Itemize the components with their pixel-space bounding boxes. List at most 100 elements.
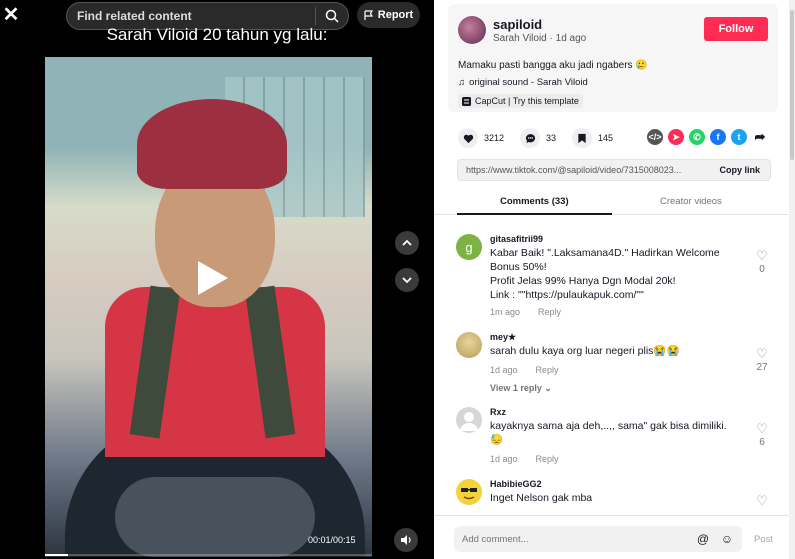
video-player[interactable]: [45, 57, 372, 557]
mention-icon[interactable]: @: [694, 530, 712, 548]
previous-video-button[interactable]: [395, 231, 419, 255]
heart-icon[interactable]: [458, 128, 478, 148]
comment-meta: 1d ago Reply: [490, 454, 559, 464]
comment-text: Inget Nelson gak mba: [490, 492, 593, 504]
active-tab-indicator: [457, 213, 612, 215]
music-note-icon: ♫: [458, 77, 466, 88]
comment-like[interactable]: ♡: [752, 493, 772, 509]
share-link-text[interactable]: https://www.tiktok.com/@sapiloid/video/7…: [458, 165, 709, 175]
search-icon[interactable]: [325, 9, 339, 23]
capcut-label[interactable]: CapCut | Try this template: [475, 96, 579, 106]
next-video-button[interactable]: [395, 268, 419, 292]
reply-button[interactable]: Reply: [536, 454, 559, 464]
comment-meta: 1d ago Reply: [490, 365, 559, 375]
comment-meta: 1m ago Reply: [490, 307, 561, 317]
comment-author[interactable]: HabibieGG2: [490, 479, 542, 489]
twitter-icon[interactable]: t: [731, 129, 747, 145]
comment-time: 1d ago: [490, 365, 518, 375]
comment-like[interactable]: ♡ 6: [752, 421, 772, 448]
chevron-down-icon[interactable]: [401, 274, 413, 286]
comment-like[interactable]: ♡ 27: [752, 346, 772, 373]
comment-text: kayaknya sama aja deh,..,, sama" gak bis…: [490, 420, 727, 446]
bookmark-icon[interactable]: [572, 128, 593, 148]
like-action[interactable]: 3212: [458, 128, 504, 148]
comment-like-count: 0: [759, 264, 765, 275]
sound-label[interactable]: original sound - Sarah Viloid: [469, 77, 588, 88]
comment-composer: @ ☺ Post: [434, 515, 789, 559]
comment-item: Rxz kayaknya sama aja deh,..,, sama" gak…: [456, 405, 776, 470]
avatar[interactable]: g: [456, 234, 482, 260]
tab-bar: Comments (33) Creator videos: [434, 190, 789, 215]
play-icon[interactable]: [192, 258, 232, 298]
view-replies-button[interactable]: View 1 reply ⌄: [490, 383, 552, 394]
comment-input-wrapper: @ ☺: [454, 526, 742, 552]
comment-input[interactable]: [454, 533, 694, 545]
author-subline: Sarah Viloid · 1d ago: [493, 33, 587, 44]
comment-text: Kabar Baik! ".Laksamana4D." Hadirkan Wel…: [490, 247, 720, 301]
follow-button[interactable]: Follow: [704, 17, 768, 41]
close-icon[interactable]: ✕: [3, 4, 20, 26]
play-button[interactable]: [192, 258, 232, 298]
save-action[interactable]: 145: [572, 128, 613, 148]
video-time: 00:01/00:15: [308, 535, 356, 545]
capcut-link[interactable]: CapCut | Try this template: [458, 94, 583, 108]
heart-outline-icon[interactable]: ♡: [752, 421, 772, 437]
emoji-icon[interactable]: ☺: [718, 530, 736, 548]
reply-button[interactable]: Reply: [538, 307, 561, 317]
save-count: 145: [598, 133, 614, 143]
volume-icon[interactable]: [399, 533, 413, 547]
heart-outline-icon[interactable]: ♡: [752, 346, 772, 362]
engagement-bar: 3212 33 145: [458, 128, 629, 148]
copy-link-button[interactable]: Copy link: [709, 165, 770, 175]
heart-outline-icon[interactable]: ♡: [752, 493, 772, 509]
comment-item: g gitasafitrii99 Kabar Baik! ".Laksamana…: [456, 232, 776, 322]
comment-like[interactable]: ♡ 0: [752, 248, 772, 275]
sunglasses-emoji-icon: [461, 488, 477, 500]
embed-icon[interactable]: </>: [647, 129, 663, 145]
scrollbar[interactable]: [789, 0, 795, 559]
comment-like-count: 27: [756, 362, 768, 373]
share-buttons: </> ➤ ✆ f t ➦: [647, 129, 768, 145]
default-user-icon: [460, 412, 478, 431]
comment-text: sarah dulu kaya org luar negeri plis😭😭: [490, 345, 680, 357]
whatsapp-icon[interactable]: ✆: [689, 129, 705, 145]
search-input[interactable]: [67, 9, 315, 23]
avatar[interactable]: [456, 479, 482, 505]
author-card: sapiloid Sarah Viloid · 1d ago Follow Ma…: [448, 4, 778, 112]
report-label: Report: [377, 9, 414, 21]
comment-time: 1m ago: [490, 307, 521, 317]
comment-list: g gitasafitrii99 Kabar Baik! ".Laksamana…: [434, 220, 789, 514]
video-pane: ✕ Report Sarah Viloid 20 tahun yg lalu: …: [0, 0, 434, 559]
video-progress-fill: [45, 554, 68, 556]
comment-author[interactable]: gitasafitrii99: [490, 234, 543, 244]
comment-icon[interactable]: [520, 128, 541, 148]
app-root: ✕ Report Sarah Viloid 20 tahun yg lalu: …: [0, 0, 795, 559]
comment-count: 33: [546, 133, 557, 143]
comment-action[interactable]: 33: [520, 128, 556, 148]
comment-item: mey★ sarah dulu kaya org luar negeri pli…: [456, 330, 776, 400]
author-username[interactable]: sapiloid: [493, 17, 542, 32]
reply-button[interactable]: Reply: [536, 365, 559, 375]
video-description: Mamaku pasti bangga aku jadi ngabers 🥲: [458, 60, 648, 71]
share-arrow-icon[interactable]: ➦: [752, 129, 768, 145]
avatar[interactable]: [456, 332, 482, 358]
facebook-icon[interactable]: f: [710, 129, 726, 145]
sound-link[interactable]: ♫ original sound - Sarah Viloid: [458, 77, 588, 88]
video-caption: Sarah Viloid 20 tahun yg lalu:: [106, 25, 328, 44]
post-button[interactable]: Post: [754, 534, 773, 545]
send-icon[interactable]: ➤: [668, 129, 684, 145]
tab-comments[interactable]: Comments (33): [500, 196, 569, 207]
heart-outline-icon[interactable]: ♡: [752, 248, 772, 264]
comment-author[interactable]: mey★: [490, 332, 516, 343]
author-avatar[interactable]: [458, 16, 486, 44]
comment-item: HabibieGG2 Inget Nelson gak mba ♡: [456, 477, 776, 514]
volume-button[interactable]: [394, 528, 418, 552]
avatar[interactable]: [456, 407, 482, 433]
close-button[interactable]: ✕: [0, 4, 22, 26]
chevron-up-icon[interactable]: [401, 237, 413, 249]
video-progress-bar[interactable]: [45, 554, 372, 556]
details-panel: sapiloid Sarah Viloid · 1d ago Follow Ma…: [434, 0, 795, 559]
comment-author[interactable]: Rxz: [490, 407, 506, 417]
tab-creator-videos[interactable]: Creator videos: [660, 196, 722, 207]
share-link-box: https://www.tiktok.com/@sapiloid/video/7…: [457, 159, 771, 181]
